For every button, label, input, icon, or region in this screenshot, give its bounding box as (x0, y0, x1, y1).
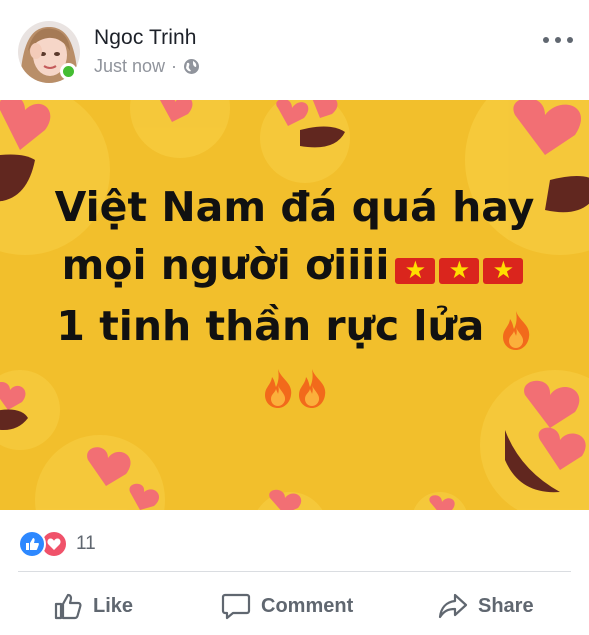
post-header: Ngoc Trinh Just now · (0, 0, 589, 100)
share-arrow-icon (438, 593, 468, 619)
globe-icon (183, 58, 200, 75)
more-options-icon[interactable] (543, 30, 573, 50)
fire-icon (295, 366, 329, 408)
fire-icon (261, 366, 295, 408)
post-meta: Just now · (94, 56, 200, 77)
image-text-line-1: Việt Nam đá quá hay (54, 183, 535, 231)
share-button-label: Share (478, 594, 534, 617)
like-reaction-icon (18, 530, 46, 558)
reactions-summary[interactable]: 11 (18, 530, 96, 558)
post-action-bar: Like Comment Share (0, 580, 589, 632)
image-text-line-2-wrap: mọi người ơiiii (0, 236, 589, 297)
like-button-label: Like (93, 594, 134, 617)
image-text-line-3: 1 tinh thần rực lửa (56, 302, 485, 350)
fire-icon (499, 308, 533, 350)
post-image[interactable]: Việt Nam đá quá hay mọi người ơiiii 1 ti… (0, 100, 589, 510)
image-text-line-3-wrap: 1 tinh thần rực lửa (0, 297, 589, 355)
comment-button[interactable]: Comment (221, 580, 353, 632)
action-bar-divider (18, 571, 571, 572)
like-button[interactable]: Like (53, 580, 133, 632)
vietnam-flag-icon (439, 254, 480, 286)
vietnam-flag-icon (483, 254, 524, 286)
post-timestamp[interactable]: Just now (94, 56, 165, 77)
share-button[interactable]: Share (438, 580, 534, 632)
post-image-text: Việt Nam đá quá hay mọi người ơiiii 1 ti… (0, 178, 589, 413)
post-author-name[interactable]: Ngoc Trinh (94, 26, 197, 50)
image-text-line-4 (0, 355, 589, 413)
comment-button-label: Comment (261, 594, 354, 617)
image-text-line-2: mọi người ơiiii (61, 241, 390, 289)
thumbs-up-icon (54, 593, 82, 620)
comment-icon (221, 593, 251, 620)
reaction-count[interactable]: 11 (76, 533, 96, 555)
meta-separator: · (171, 56, 178, 76)
vietnam-flag-icon (395, 254, 436, 286)
vietnam-flags (395, 239, 527, 297)
online-status-dot (60, 63, 77, 80)
